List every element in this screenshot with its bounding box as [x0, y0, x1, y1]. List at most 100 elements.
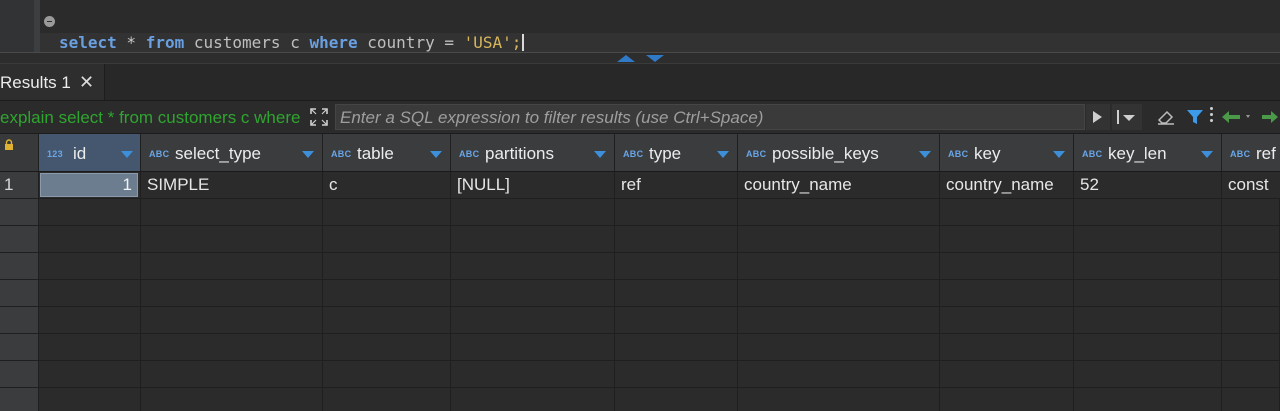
empty-cell: [141, 199, 323, 226]
maximize-results-icon[interactable]: [617, 55, 635, 62]
empty-cell: [323, 280, 451, 307]
funnel-icon[interactable]: [1186, 108, 1204, 126]
text-type-icon: ABC: [331, 149, 352, 159]
column-header-possible-keys[interactable]: ABC possible_keys: [738, 134, 940, 172]
empty-cell: [940, 361, 1074, 388]
text-type-icon: ABC: [149, 149, 170, 159]
empty-cell: [323, 334, 451, 361]
row-number-empty: [0, 199, 39, 226]
sort-chevron-icon[interactable]: [1201, 151, 1213, 158]
column-header-key[interactable]: ABC key: [940, 134, 1074, 172]
empty-cell: [323, 361, 451, 388]
column-header-select-type[interactable]: ABC select_type: [141, 134, 323, 172]
row-number-empty: [0, 280, 39, 307]
empty-grid-row: [0, 253, 1280, 280]
cell-select-type[interactable]: SIMPLE: [141, 172, 323, 199]
empty-cell: [1074, 226, 1222, 253]
text-type-icon: ABC: [948, 149, 969, 159]
selected-cell-value[interactable]: 1: [40, 173, 138, 197]
empty-cell: [323, 388, 451, 411]
tab-results-1[interactable]: Results 1 ✕: [0, 64, 105, 100]
sort-chevron-icon[interactable]: [1053, 151, 1065, 158]
empty-cell: [451, 388, 615, 411]
forward-arrow-icon[interactable]: [1260, 109, 1280, 125]
cell-type[interactable]: ref: [615, 172, 738, 199]
column-header-ref[interactable]: ABC ref: [1222, 134, 1280, 172]
history-bar-icon: [1117, 110, 1119, 124]
results-grid[interactable]: 123 id ABC select_type ABC table ABC par…: [0, 134, 1280, 411]
empty-cell: [738, 226, 940, 253]
empty-cell: [141, 334, 323, 361]
close-icon[interactable]: ✕: [79, 72, 94, 92]
column-header-label: key: [974, 144, 1001, 163]
empty-cell: [323, 253, 451, 280]
column-header-label: ref: [1256, 144, 1276, 163]
back-arrow-icon[interactable]: [1220, 109, 1254, 125]
empty-cell: [141, 388, 323, 411]
column-header-id[interactable]: 123 id: [39, 134, 141, 172]
column-header-label: table: [357, 144, 394, 163]
empty-cell: [1074, 253, 1222, 280]
results-tab-bar: Results 1 ✕: [0, 64, 1280, 101]
empty-cell: [141, 280, 323, 307]
panel-splitter[interactable]: [0, 52, 1280, 64]
cell-possible-keys[interactable]: country_name: [738, 172, 940, 199]
column-header-label: possible_keys: [772, 144, 879, 163]
table-row[interactable]: 1 1 SIMPLE c [NULL] ref country_name cou…: [0, 172, 1280, 199]
more-icon[interactable]: [1210, 107, 1214, 125]
cell-table[interactable]: c: [323, 172, 451, 199]
empty-cell: [1222, 307, 1280, 334]
restore-editor-icon[interactable]: [646, 55, 664, 62]
filter-expression-input[interactable]: Enter a SQL expression to filter results…: [335, 104, 1085, 130]
empty-cell: [323, 307, 451, 334]
empty-grid-row: [0, 307, 1280, 334]
column-header-table[interactable]: ABC table: [323, 134, 451, 172]
keyword-select: select: [59, 33, 117, 52]
empty-cell: [451, 199, 615, 226]
column-header-type[interactable]: ABC type: [615, 134, 738, 172]
empty-cell: [738, 307, 940, 334]
column-header-label: partitions: [485, 144, 554, 163]
empty-cell: [39, 226, 141, 253]
cell-ref[interactable]: const: [1222, 172, 1280, 199]
filter-history-button[interactable]: [1112, 104, 1142, 130]
sort-chevron-icon[interactable]: [121, 151, 133, 158]
code-line-2[interactable]: select * from customers c where country …: [40, 33, 1280, 53]
empty-cell: [1222, 199, 1280, 226]
empty-cell: [738, 199, 940, 226]
sql-editor[interactable]: explain select * from customers c where …: [0, 0, 1280, 53]
column-header-key-len[interactable]: ABC key_len: [1074, 134, 1222, 172]
empty-cell: [738, 253, 940, 280]
text-type-icon: ABC: [1230, 149, 1251, 159]
apply-filter-button[interactable]: [1086, 104, 1110, 130]
row-number-empty: [0, 253, 39, 280]
empty-cell: [141, 361, 323, 388]
empty-cell: [39, 199, 141, 226]
empty-cell: [738, 334, 940, 361]
sort-chevron-icon[interactable]: [919, 151, 931, 158]
column-header-partitions[interactable]: ABC partitions: [451, 134, 615, 172]
empty-cell: [39, 307, 141, 334]
sort-chevron-icon[interactable]: [594, 151, 606, 158]
executed-query-text: explain select * from customers c where …: [0, 108, 300, 127]
cell-partitions[interactable]: [NULL]: [451, 172, 615, 199]
column-header-label: type: [649, 144, 682, 163]
cell-id[interactable]: 1: [39, 172, 141, 199]
cell-key-len[interactable]: 52: [1074, 172, 1222, 199]
sort-chevron-icon[interactable]: [302, 151, 314, 158]
empty-cell: [615, 253, 738, 280]
empty-cell: [451, 334, 615, 361]
sort-chevron-icon[interactable]: [717, 151, 729, 158]
empty-cell: [451, 361, 615, 388]
eraser-icon[interactable]: [1156, 108, 1176, 126]
empty-cell: [39, 388, 141, 411]
fold-toggle-icon[interactable]: [44, 16, 55, 27]
empty-grid-row: [0, 199, 1280, 226]
sort-chevron-icon[interactable]: [430, 151, 442, 158]
cell-key[interactable]: country_name: [940, 172, 1074, 199]
row-number[interactable]: 1: [0, 172, 39, 199]
chevron-down-icon: [1123, 115, 1135, 121]
expand-icon[interactable]: [309, 107, 329, 127]
column-header-label: key_len: [1108, 144, 1167, 163]
row-number-empty: [0, 388, 39, 411]
